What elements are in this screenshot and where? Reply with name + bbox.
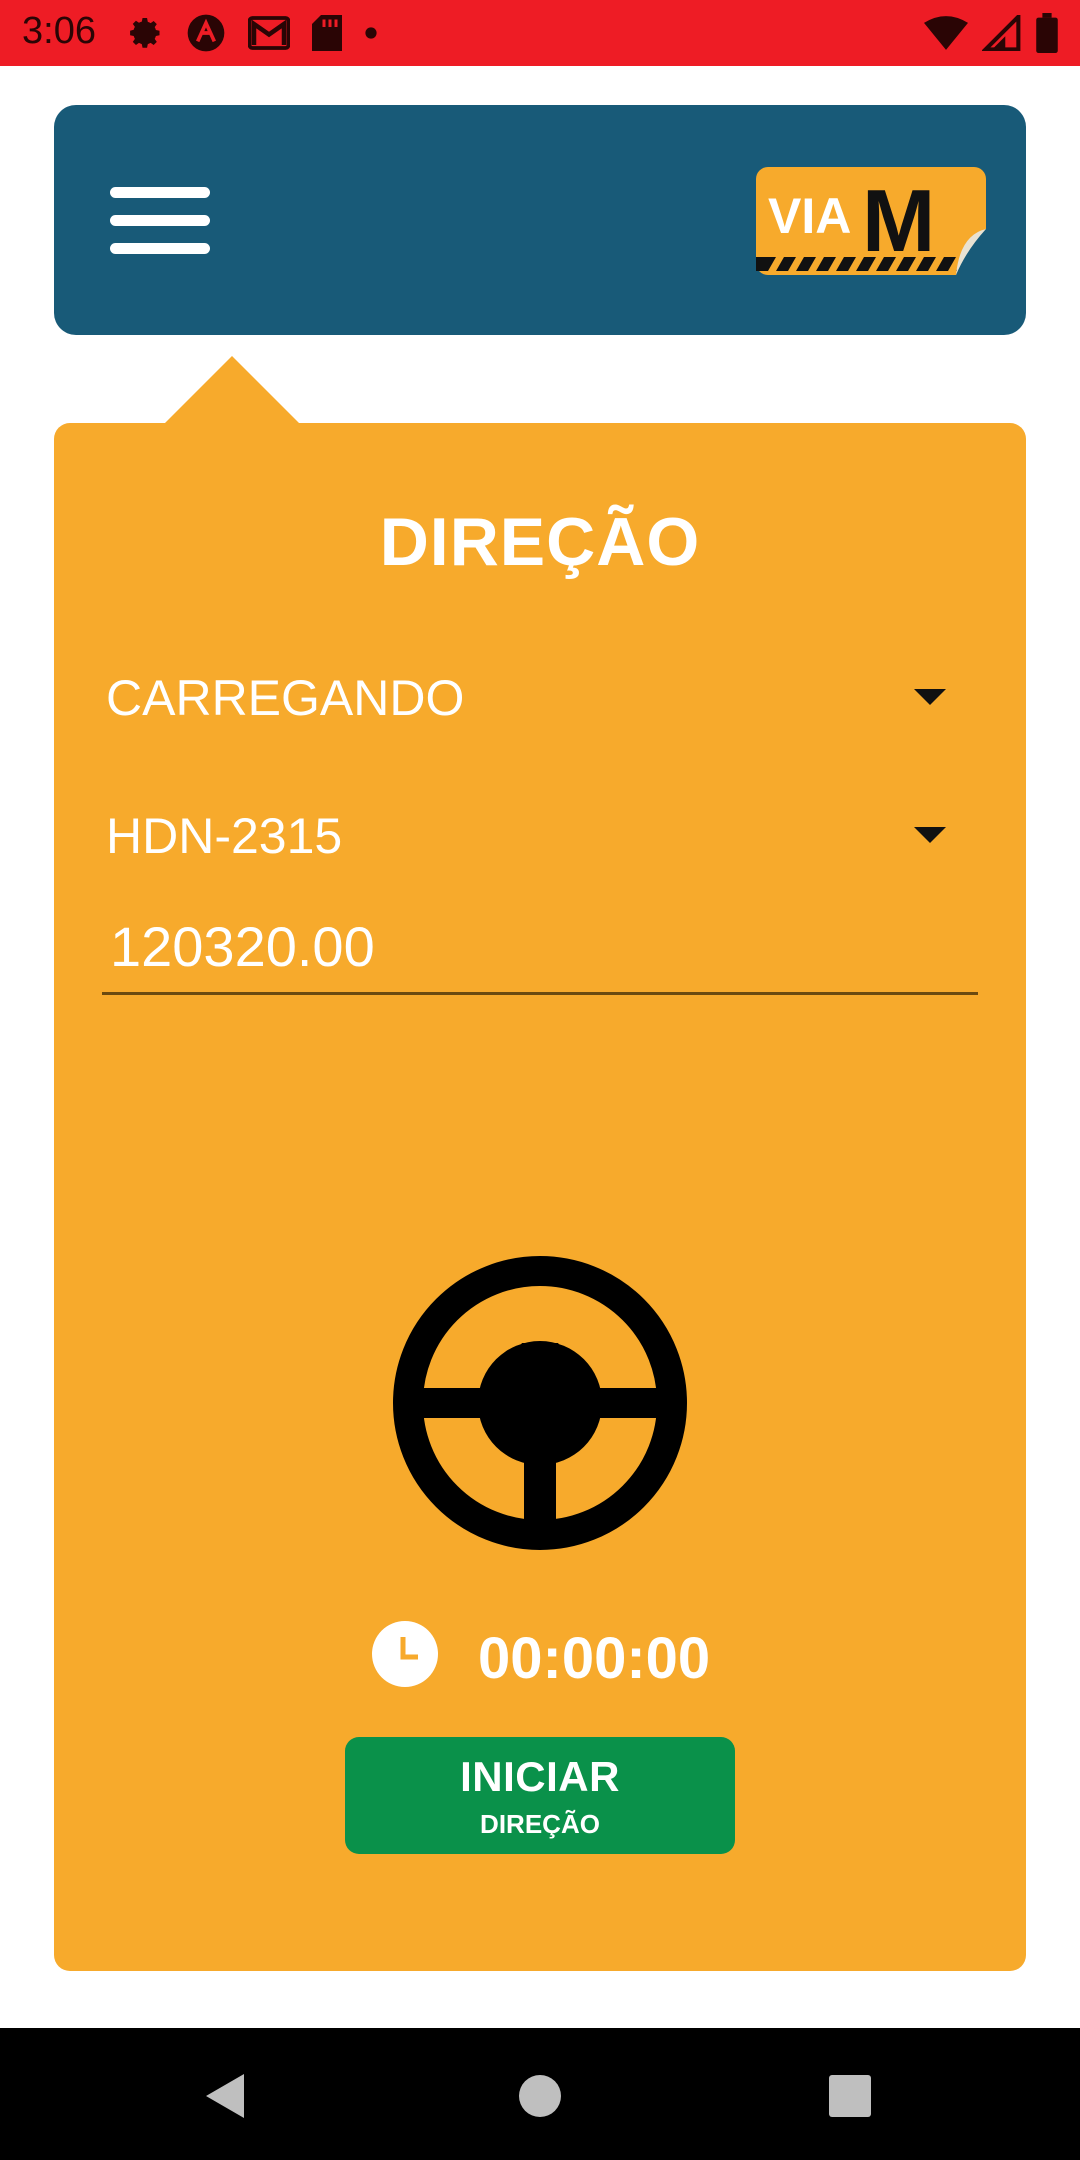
navigation-bar [0,2028,1080,2160]
start-direction-button[interactable]: INICIAR DIREÇÃO [345,1737,735,1854]
logo-via-text: VIA [768,188,851,244]
timer-value: 00:00:00 [478,1626,711,1691]
card-title: DIREÇÃO [379,504,701,580]
app-logo-icon [187,14,225,52]
menu-button[interactable] [110,187,210,254]
hamburger-line [110,243,210,254]
sd-card-icon [312,15,342,51]
clock-icon [372,1621,438,1687]
start-button-sublabel: DIREÇÃO [480,1809,600,1839]
home-icon[interactable] [510,2066,570,2126]
hamburger-icon [110,187,210,198]
settings-icon [130,18,160,48]
viam-logo: VIA M [756,167,986,275]
card-pointer [164,356,300,424]
battery-icon [1036,13,1058,53]
status-icons-right [924,12,1058,54]
vehicle-select[interactable]: HDN-2315 [106,793,976,873]
hamburger-line [110,215,210,226]
status-bar: 3:06 [0,0,1080,66]
back-icon[interactable] [196,2066,256,2126]
wifi-icon [924,16,968,50]
gmail-icon [248,16,290,50]
chevron-down-icon [914,827,946,843]
activity-select[interactable]: CARREGANDO [106,655,976,735]
vehicle-select-value: HDN-2315 [106,808,343,864]
recents-icon[interactable] [820,2066,880,2126]
start-button-label: INICIAR [460,1753,620,1800]
direction-card: DIREÇÃO CARREGANDO HDN-2315 00:00:00 INI… [54,423,1026,1971]
activity-select-value: CARREGANDO [106,670,465,726]
logo-stripes [756,257,966,271]
status-time: 3:06 [22,10,96,52]
status-icons-left [128,12,378,54]
dot-icon [365,27,377,39]
signal-icon [982,15,1021,51]
odometer-input[interactable] [110,911,970,981]
chevron-down-icon [914,689,946,705]
timer-row: 00:00:00 [54,1621,1026,1701]
logo-m-text: M [862,171,935,270]
app-header: VIA M [54,105,1026,335]
steering-wheel-icon [393,1256,687,1550]
odometer-field [102,903,978,995]
